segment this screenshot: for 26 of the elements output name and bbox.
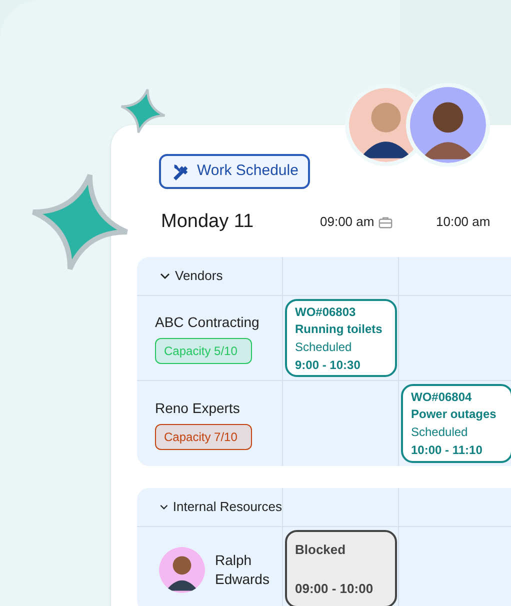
vendor-name: ABC Contracting <box>155 313 260 332</box>
vendor-name: Reno Experts <box>155 398 241 418</box>
group-toggle[interactable]: Internal Resources <box>137 488 283 526</box>
work-order-status: Scheduled <box>411 424 469 441</box>
work-order-time: 10:00 - 11:10 <box>411 442 484 459</box>
time-slot-label: 10:00 am <box>436 213 490 232</box>
group-toggle[interactable]: Vendors <box>137 257 283 295</box>
work-schedule-button[interactable]: Work Schedule <box>159 154 310 189</box>
blocked-time: 09:00 - 10:00 <box>295 580 374 598</box>
blocked-label: Blocked <box>295 541 347 559</box>
day-title: Monday 11 <box>161 210 255 234</box>
time-slot-label: 09:00 am <box>320 213 374 232</box>
blocked-card[interactable]: Blocked 09:00 - 10:00 <box>285 530 397 606</box>
work-order-card[interactable]: WO#06804 Power outages Scheduled 10:00 - 11:10 <box>401 384 511 463</box>
capacity-badge: Capacity 5/10 <box>155 338 252 364</box>
person-name: Ralph Edwards <box>215 550 270 588</box>
work-order-time: 9:00 - 10:30 <box>295 357 362 374</box>
work-order-card[interactable]: WO#06803 Running toilets Scheduled 9:00 - 10:30 <box>285 299 397 377</box>
work-order-title: Power outages <box>411 406 498 423</box>
capacity-badge: Capacity 7/10 <box>155 424 252 450</box>
briefcase-icon <box>378 214 394 230</box>
work-order-status: Scheduled <box>295 339 353 356</box>
avatar <box>159 546 205 592</box>
work-order-number: WO#06804 <box>411 389 473 406</box>
work-order-number: WO#06803 <box>295 304 357 321</box>
work-order-title: Running toilets <box>295 321 384 338</box>
